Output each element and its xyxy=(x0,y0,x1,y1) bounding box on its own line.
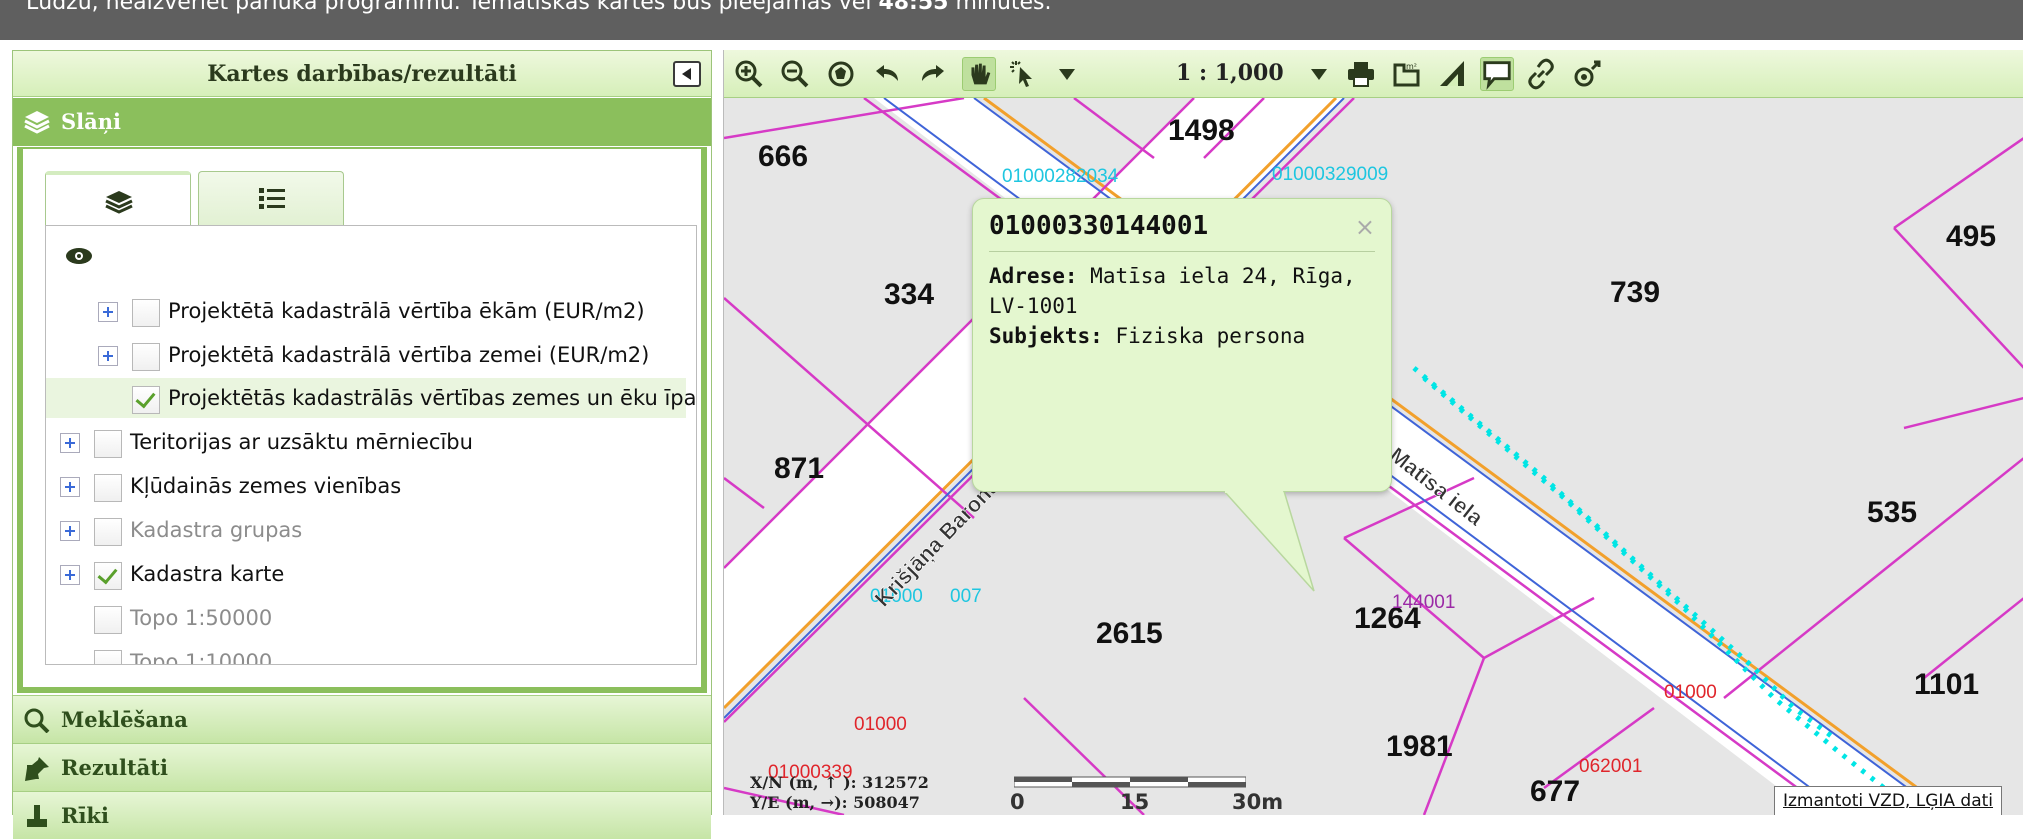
gps-locate-icon[interactable] xyxy=(1570,57,1604,91)
print-icon[interactable] xyxy=(1344,57,1378,91)
cadastre-label: 01000 xyxy=(854,714,907,735)
layer-checkbox[interactable] xyxy=(94,430,122,458)
panel-title: Kartes darbības/rezultāti xyxy=(13,51,711,97)
layer-item[interactable]: Topo 1:10000 xyxy=(46,642,686,664)
layer-item[interactable]: Kadastra grupas xyxy=(46,510,686,550)
expand-icon[interactable] xyxy=(98,346,118,366)
pan-hand-icon[interactable] xyxy=(962,57,996,91)
accordion-layers[interactable]: Slāņi xyxy=(13,98,711,146)
eye-icon[interactable] xyxy=(64,246,94,266)
map-toolbar: 1 : 1,000 m² xyxy=(724,50,2023,98)
popup-address: Adrese: Matīsa iela 24, Rīga, xyxy=(989,264,1356,288)
layer-checkbox[interactable] xyxy=(132,386,160,414)
layer-item[interactable]: Teritorijas ar uzsāktu mērniecību xyxy=(46,422,686,462)
layers-icon xyxy=(24,111,50,134)
layers-icon xyxy=(105,191,133,214)
cadastre-label: 01000 xyxy=(1664,682,1717,703)
layer-checkbox[interactable] xyxy=(94,518,122,546)
scale-label: 0 xyxy=(1010,790,1025,814)
cadastre-label: 062001 xyxy=(1579,756,1642,777)
scale-label: 15 xyxy=(1120,790,1150,814)
left-panel: Kartes darbības/rezultāti Slāņi Projektē… xyxy=(12,50,712,839)
layer-checkbox[interactable] xyxy=(94,562,122,590)
expand-icon[interactable] xyxy=(98,302,118,322)
parcel-number[interactable]: 535 xyxy=(1867,496,1917,529)
parcel-number[interactable]: 1498 xyxy=(1168,114,1235,147)
tab-legend[interactable] xyxy=(198,171,344,225)
accordion-tools[interactable]: Rīki xyxy=(13,791,711,839)
accordion-results[interactable]: Rezultāti xyxy=(13,743,711,791)
layer-item[interactable]: Topo 1:50000 xyxy=(46,598,686,638)
list-icon xyxy=(259,188,285,209)
identify-tooltip-icon[interactable] xyxy=(1480,57,1514,91)
popup-subject: Subjekts: Fiziska persona xyxy=(989,324,1306,348)
svg-text:m²: m² xyxy=(1406,62,1417,71)
identify-popup: 01000330144001 × Adrese: Matīsa iela 24,… xyxy=(972,198,1392,492)
link-icon[interactable] xyxy=(1524,57,1558,91)
parcel-number[interactable]: 2615 xyxy=(1096,617,1163,650)
parcel-number[interactable]: 334 xyxy=(884,278,934,311)
zoom-in-icon[interactable] xyxy=(732,57,766,91)
parcel-number[interactable]: 1981 xyxy=(1386,730,1453,763)
tools-icon xyxy=(27,805,47,827)
layer-checkbox[interactable] xyxy=(132,343,160,371)
map-area[interactable]: 1 : 1,000 m² 666 1498 334 739 495 871 53… xyxy=(723,50,2023,815)
parcel-number[interactable]: 739 xyxy=(1610,276,1660,309)
pin-icon xyxy=(25,757,49,781)
scale-label: 30m xyxy=(1232,790,1284,814)
select-pointer-icon[interactable] xyxy=(1008,57,1042,91)
zoom-out-icon[interactable] xyxy=(778,57,812,91)
cadastre-label: 007 xyxy=(950,586,982,607)
layer-item[interactable]: Projektētās kadastrālās vērtības zemes u… xyxy=(46,378,696,418)
full-extent-icon[interactable] xyxy=(824,57,858,91)
cadastre-label: 144001 xyxy=(1392,592,1455,613)
session-message: Lūdzu, neaizveriet pārlūka programmu. Te… xyxy=(26,0,1052,15)
expand-icon[interactable] xyxy=(60,565,80,585)
layer-checkbox[interactable] xyxy=(94,650,122,664)
cadastre-label: 01000282034 xyxy=(1002,166,1119,187)
previous-extent-icon[interactable] xyxy=(870,57,904,91)
map-attribution-link[interactable]: Izmantoti VZD, LĢIA dati xyxy=(1774,786,2003,815)
parcel-number[interactable]: 495 xyxy=(1946,220,1996,253)
expand-icon[interactable] xyxy=(60,521,80,541)
layer-item[interactable]: Kļūdainās zemes vienības xyxy=(46,466,686,506)
session-timer: 48:55 xyxy=(878,0,949,15)
cadastre-label: 01000329009 xyxy=(1272,164,1388,185)
coordinate-readout-east: Y/E (m, →): 508047 xyxy=(750,793,920,812)
expand-icon[interactable] xyxy=(60,477,80,497)
popup-pointer xyxy=(1224,491,1315,592)
scale-bar xyxy=(1014,776,1246,788)
parcel-number[interactable]: 871 xyxy=(774,452,824,485)
collapse-panel-button[interactable] xyxy=(673,61,701,87)
parcel-number[interactable]: 666 xyxy=(758,140,808,173)
next-extent-icon[interactable] xyxy=(916,57,950,91)
expand-icon[interactable] xyxy=(60,433,80,453)
popup-address-postcode: LV-1001 xyxy=(989,294,1078,318)
layer-checkbox[interactable] xyxy=(94,474,122,502)
layer-item[interactable]: Projektētā kadastrālā vērtība ēkām (EUR/… xyxy=(46,291,686,331)
parcel-number[interactable]: 677 xyxy=(1530,775,1580,808)
chevron-down-icon[interactable] xyxy=(1302,57,1336,91)
layer-item[interactable]: Projektētā kadastrālā vērtība zemei (EUR… xyxy=(46,335,686,375)
close-icon[interactable]: × xyxy=(1355,213,1375,241)
layer-tree: Projektētā kadastrālā vērtība ēkām (EUR/… xyxy=(45,225,697,665)
search-icon xyxy=(24,708,50,733)
layer-checkbox[interactable] xyxy=(94,606,122,634)
layer-item[interactable]: Kadastra karte xyxy=(46,554,686,594)
coordinate-readout-north: X/N (m, ↑ ): 312572 xyxy=(750,773,929,792)
chevron-down-icon[interactable] xyxy=(1050,57,1084,91)
parcel-number[interactable]: 1101 xyxy=(1914,668,1979,701)
measure-angle-icon[interactable] xyxy=(1436,57,1470,91)
popup-title: 01000330144001 xyxy=(989,211,1209,241)
scale-selector[interactable]: 1 : 1,000 xyxy=(1176,60,1284,86)
session-banner: Lūdzu, neaizveriet pārlūka programmu. Te… xyxy=(0,0,2023,40)
accordion-search[interactable]: Meklēšana xyxy=(13,695,711,743)
measure-area-icon[interactable]: m² xyxy=(1390,57,1424,91)
layer-checkbox[interactable] xyxy=(132,299,160,327)
tab-layers[interactable] xyxy=(45,171,191,225)
